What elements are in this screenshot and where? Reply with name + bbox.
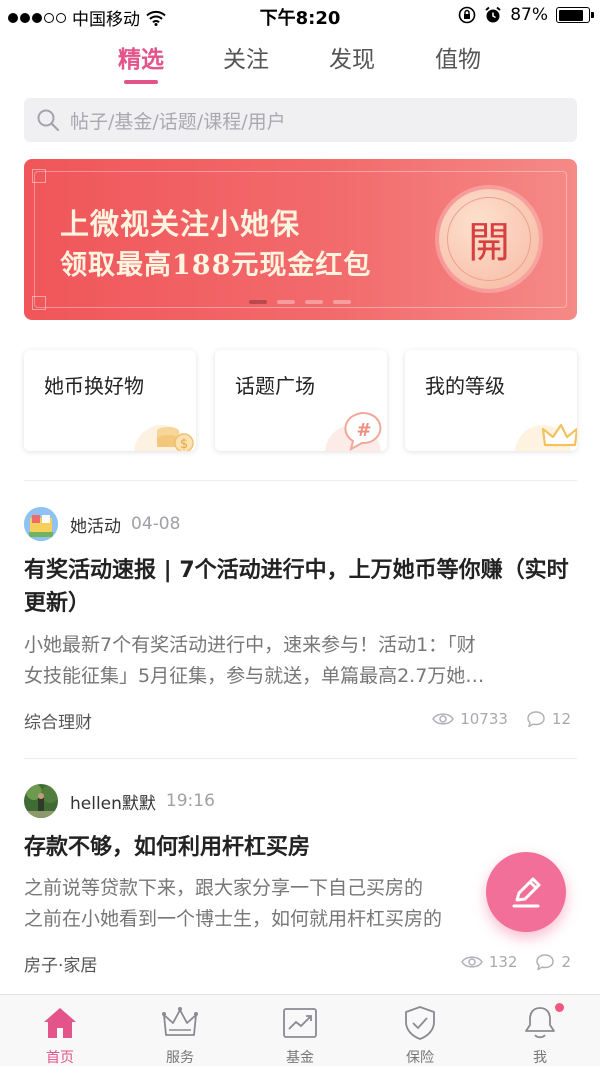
search-icon (37, 109, 60, 132)
rotation-lock-icon (458, 6, 476, 24)
card-my-level[interactable]: 我的等级 (405, 350, 577, 451)
status-bar: 中国移动 下午8:20 87% (0, 0, 600, 32)
banner-coin-char: 開 (447, 197, 531, 281)
notification-badge (555, 1003, 564, 1012)
coin-stack-icon: $ (134, 425, 194, 451)
promo-banner[interactable]: 上微视关注小她保 领取最高188元现金红包 開 (24, 159, 577, 320)
post-tag[interactable]: 综合理财 (24, 708, 92, 733)
banner-page-dot[interactable] (305, 300, 323, 304)
battery-percent: 87% (510, 5, 548, 25)
post-excerpt-line: 之前说等贷款下来，跟大家分享一下自己买房的 (24, 877, 424, 899)
nav-services[interactable]: 服务 (140, 1005, 220, 1066)
svg-text:#: # (356, 420, 371, 441)
tab-discover[interactable]: 发现 (307, 40, 397, 74)
nav-label: 服务 (166, 1050, 194, 1066)
nav-home[interactable]: 首页 (20, 1005, 100, 1066)
active-tab-indicator (124, 80, 158, 84)
banner-page-dot[interactable] (249, 300, 267, 304)
nav-me[interactable]: 我 (500, 1003, 580, 1066)
banner-open-coin[interactable]: 開 (439, 189, 539, 289)
banner-headline: 上微视关注小她保 (60, 207, 301, 241)
post-excerpt-line: 之前在小她看到一个博士生，如何就用杆杠买房的 (24, 908, 443, 930)
home-icon (44, 1008, 76, 1038)
crown-icon (162, 1007, 198, 1036)
post-excerpt-line: 女技能征集」5月征集，参与就送，单篇最高2.7万她… (24, 665, 485, 687)
shield-icon (405, 1006, 435, 1040)
comment-count: 2 (561, 953, 571, 971)
eye-icon (460, 956, 483, 968)
post-tag[interactable]: 房子·家居 (24, 951, 97, 976)
comment-icon (536, 954, 555, 971)
nav-funds[interactable]: 基金 (260, 1005, 340, 1066)
hashtag-bubble-icon: # (325, 412, 382, 451)
post-footer: 综合理财 10733 12 (24, 708, 577, 733)
chart-icon (283, 1008, 317, 1038)
post-excerpt-line: 小她最新7个有奖活动进行中，速来参与！活动1：「财 (24, 634, 476, 656)
post-date: 19:16 (165, 791, 215, 811)
post-stats: 132 2 (460, 953, 571, 971)
crown-icon (515, 423, 577, 451)
post-header: 她活动 04-08 (24, 506, 180, 542)
nav-label: 首页 (46, 1050, 74, 1066)
card-label: 她币换好物 (44, 374, 144, 398)
battery-icon (556, 7, 594, 23)
tab-worth-buying[interactable]: 值物 (413, 40, 503, 74)
card-coin-exchange[interactable]: 她币换好物 $ (24, 350, 196, 451)
compose-button[interactable] (486, 852, 566, 932)
status-right: 87% (458, 5, 594, 25)
card-label: 话题广场 (235, 374, 315, 398)
banner-corner-ornament (32, 296, 46, 310)
nav-label: 保险 (406, 1050, 434, 1066)
nav-label: 基金 (286, 1050, 314, 1066)
banner-page-dot[interactable] (333, 300, 351, 304)
post-footer: 房子·家居 132 2 (24, 951, 577, 976)
post-card[interactable]: 她活动 04-08 有奖活动速报 | 7个活动进行中，上万她币等你赚（实时更新）… (24, 506, 577, 738)
post-title[interactable]: 存款不够，如何利用杆杠买房 (24, 831, 577, 864)
post-stats: 10733 12 (432, 710, 571, 728)
post-date: 04-08 (131, 514, 181, 534)
search-placeholder: 帖子/基金/话题/课程/用户 (70, 110, 286, 133)
section-divider (24, 480, 577, 481)
section-divider (24, 758, 577, 759)
post-author[interactable]: hellen默默 (70, 789, 156, 814)
avatar[interactable] (24, 507, 58, 541)
post-author[interactable]: 她活动 (70, 512, 121, 537)
nav-label: 我 (533, 1050, 547, 1066)
view-count: 10733 (460, 710, 508, 728)
comment-count: 12 (551, 710, 571, 728)
banner-corner-ornament (32, 169, 46, 183)
card-topic-square[interactable]: 话题广场 # (215, 350, 387, 451)
alarm-icon (485, 6, 501, 23)
post-title[interactable]: 有奖活动速报 | 7个活动进行中，上万她币等你赚（实时更新） (24, 554, 577, 620)
tab-featured[interactable]: 精选 (96, 40, 186, 74)
svg-text:$: $ (180, 437, 188, 451)
view-count: 132 (488, 953, 518, 971)
comment-icon (527, 711, 545, 728)
profile-bell-icon (525, 1007, 555, 1039)
avatar[interactable] (24, 784, 58, 818)
pencil-icon (512, 877, 541, 908)
nav-insurance[interactable]: 保险 (380, 1005, 460, 1066)
banner-subheadline: 领取最高188元现金红包 (60, 250, 372, 281)
bottom-tab-bar: 首页 服务 基金 保险 我 (0, 994, 600, 1066)
eye-icon (432, 713, 455, 725)
search-bar[interactable]: 帖子/基金/话题/课程/用户 (24, 98, 577, 142)
tab-following[interactable]: 关注 (201, 40, 291, 74)
banner-pagination (249, 300, 351, 304)
card-label: 我的等级 (425, 374, 505, 398)
post-header: hellen默默 19:16 (24, 783, 215, 819)
top-tab-bar: 精选 关注 发现 值物 (0, 40, 600, 84)
banner-page-dot[interactable] (277, 300, 295, 304)
